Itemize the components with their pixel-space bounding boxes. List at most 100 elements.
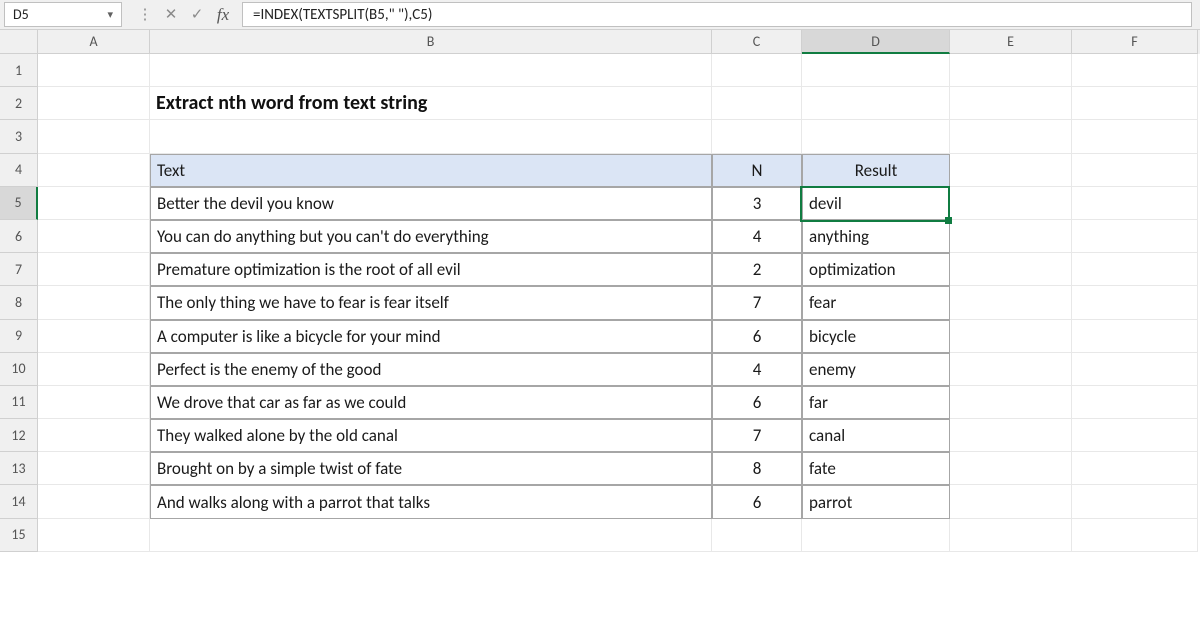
table-header-n[interactable]: N (712, 154, 802, 187)
table-cell-result[interactable]: canal (802, 419, 950, 452)
cell[interactable] (950, 353, 1072, 386)
cell[interactable] (950, 485, 1072, 518)
cell[interactable] (712, 54, 802, 87)
table-cell-text[interactable]: And walks along with a parrot that talks (150, 485, 712, 518)
cell[interactable] (38, 154, 150, 187)
table-cell-n[interactable]: 2 (712, 253, 802, 286)
row-header[interactable]: 13 (0, 452, 38, 485)
table-cell-text[interactable]: The only thing we have to fear is fear i… (150, 286, 712, 319)
cell[interactable] (950, 120, 1072, 153)
table-cell-result[interactable]: devil (802, 187, 950, 220)
cell[interactable] (1072, 253, 1198, 286)
cell[interactable] (950, 187, 1072, 220)
table-cell-text[interactable]: We drove that car as far as we could (150, 386, 712, 419)
table-cell-n[interactable]: 3 (712, 187, 802, 220)
table-cell-text[interactable]: You can do anything but you can't do eve… (150, 220, 712, 253)
table-cell-n[interactable]: 4 (712, 353, 802, 386)
cell[interactable] (1072, 452, 1198, 485)
cell[interactable] (950, 386, 1072, 419)
row-header[interactable]: 14 (0, 485, 38, 518)
table-cell-text[interactable]: Perfect is the enemy of the good (150, 353, 712, 386)
cell[interactable] (1072, 154, 1198, 187)
cell[interactable] (38, 353, 150, 386)
row-header[interactable]: 8 (0, 286, 38, 319)
cell[interactable] (712, 120, 802, 153)
cell[interactable] (802, 120, 950, 153)
cell[interactable] (1072, 386, 1198, 419)
cell[interactable] (38, 519, 150, 552)
table-cell-result[interactable]: anything (802, 220, 950, 253)
cancel-icon[interactable]: ✕ (158, 2, 184, 28)
col-header-B[interactable]: B (150, 30, 712, 54)
table-cell-text[interactable]: A computer is like a bicycle for your mi… (150, 320, 712, 353)
row-header[interactable]: 7 (0, 253, 38, 286)
cell[interactable] (1072, 87, 1198, 120)
cell[interactable] (150, 120, 712, 153)
table-cell-text[interactable]: Better the devil you know (150, 187, 712, 220)
table-cell-text[interactable]: Brought on by a simple twist of fate (150, 452, 712, 485)
cell[interactable] (1072, 220, 1198, 253)
cell[interactable] (1072, 353, 1198, 386)
col-header-D[interactable]: D (802, 30, 950, 54)
table-cell-n[interactable]: 4 (712, 220, 802, 253)
cell[interactable] (712, 519, 802, 552)
cell[interactable] (802, 54, 950, 87)
cell[interactable] (1072, 286, 1198, 319)
table-cell-n[interactable]: 7 (712, 286, 802, 319)
table-cell-n[interactable]: 7 (712, 419, 802, 452)
cell[interactable] (1072, 54, 1198, 87)
table-cell-n[interactable]: 8 (712, 452, 802, 485)
cell[interactable] (950, 452, 1072, 485)
cell[interactable] (950, 253, 1072, 286)
cell[interactable] (38, 419, 150, 452)
cell[interactable] (38, 220, 150, 253)
table-cell-result[interactable]: bicycle (802, 320, 950, 353)
cell[interactable] (150, 54, 712, 87)
cell[interactable] (1072, 519, 1198, 552)
cell[interactable] (950, 519, 1072, 552)
table-cell-result[interactable]: far (802, 386, 950, 419)
table-cell-n[interactable]: 6 (712, 320, 802, 353)
table-header-text[interactable]: Text (150, 154, 712, 187)
cell[interactable] (712, 87, 802, 120)
row-header[interactable]: 5 (0, 187, 38, 220)
cell[interactable] (950, 419, 1072, 452)
row-header[interactable]: 6 (0, 220, 38, 253)
cell[interactable] (950, 87, 1072, 120)
row-header[interactable]: 1 (0, 54, 38, 87)
row-header[interactable]: 11 (0, 386, 38, 419)
enter-icon[interactable]: ✓ (184, 2, 210, 28)
cell[interactable] (950, 220, 1072, 253)
cell[interactable] (1072, 120, 1198, 153)
cell[interactable] (38, 485, 150, 518)
select-all-corner[interactable] (0, 30, 38, 54)
row-header[interactable]: 2 (0, 87, 38, 120)
col-header-C[interactable]: C (712, 30, 802, 54)
table-cell-result[interactable]: fate (802, 452, 950, 485)
cell[interactable] (150, 519, 712, 552)
cell[interactable] (1072, 187, 1198, 220)
row-header[interactable]: 9 (0, 320, 38, 353)
cell[interactable] (38, 286, 150, 319)
cell[interactable] (38, 120, 150, 153)
cell[interactable] (802, 519, 950, 552)
table-cell-result[interactable]: optimization (802, 253, 950, 286)
cell[interactable] (38, 187, 150, 220)
cell[interactable] (1072, 419, 1198, 452)
cell[interactable] (950, 154, 1072, 187)
row-header[interactable]: 3 (0, 120, 38, 153)
col-header-F[interactable]: F (1072, 30, 1198, 54)
cell[interactable] (38, 320, 150, 353)
table-cell-result[interactable]: parrot (802, 485, 950, 518)
cell[interactable] (950, 320, 1072, 353)
cell[interactable] (1072, 485, 1198, 518)
row-header[interactable]: 12 (0, 419, 38, 452)
table-cell-result[interactable]: enemy (802, 353, 950, 386)
table-cell-n[interactable]: 6 (712, 485, 802, 518)
cell[interactable] (38, 452, 150, 485)
col-header-A[interactable]: A (38, 30, 150, 54)
cell[interactable]: Extract nth word from text string (150, 87, 712, 120)
cell[interactable] (38, 253, 150, 286)
cell[interactable] (38, 87, 150, 120)
cell[interactable] (950, 286, 1072, 319)
